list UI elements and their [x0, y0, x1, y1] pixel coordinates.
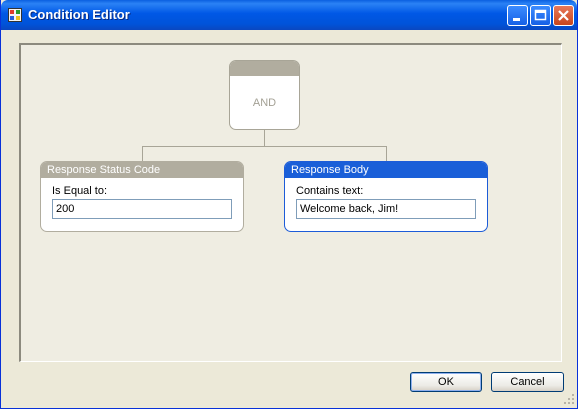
contains-text-input[interactable]: Welcome back, Jim! — [296, 199, 476, 219]
and-node-header — [230, 61, 299, 76]
and-node-label: AND — [252, 97, 277, 109]
close-icon — [558, 10, 569, 21]
condition-card-response-status-code[interactable]: Response Status Code Is Equal to: 200 — [40, 161, 244, 232]
minimize-icon — [513, 18, 520, 21]
tree-connector — [386, 146, 387, 161]
minimize-button[interactable] — [507, 5, 528, 26]
resize-grip-icon[interactable] — [563, 393, 575, 405]
condition-card-response-body[interactable]: Response Body Contains text: Welcome bac… — [284, 161, 488, 232]
status-code-input[interactable]: 200 — [52, 199, 232, 219]
and-operator-node[interactable]: AND — [229, 60, 300, 130]
maximize-icon — [534, 9, 547, 21]
title-bar[interactable]: Condition Editor — [1, 0, 577, 30]
tree-connector — [142, 146, 387, 147]
condition-card-header: Response Body — [285, 162, 487, 178]
condition-field-label: Is Equal to: — [52, 185, 108, 197]
app-icon — [8, 8, 22, 22]
tree-connector — [142, 146, 143, 161]
condition-card-header: Response Status Code — [41, 162, 243, 178]
cancel-button[interactable]: Cancel — [491, 372, 564, 392]
ok-button[interactable]: OK — [410, 372, 482, 392]
tree-connector — [264, 130, 265, 147]
maximize-button[interactable] — [530, 5, 551, 26]
window-title: Condition Editor — [28, 7, 130, 22]
condition-field-label: Contains text: — [296, 185, 364, 197]
close-button[interactable] — [553, 5, 574, 26]
condition-editor-window: Condition Editor AND Response Status Cod… — [0, 0, 578, 409]
